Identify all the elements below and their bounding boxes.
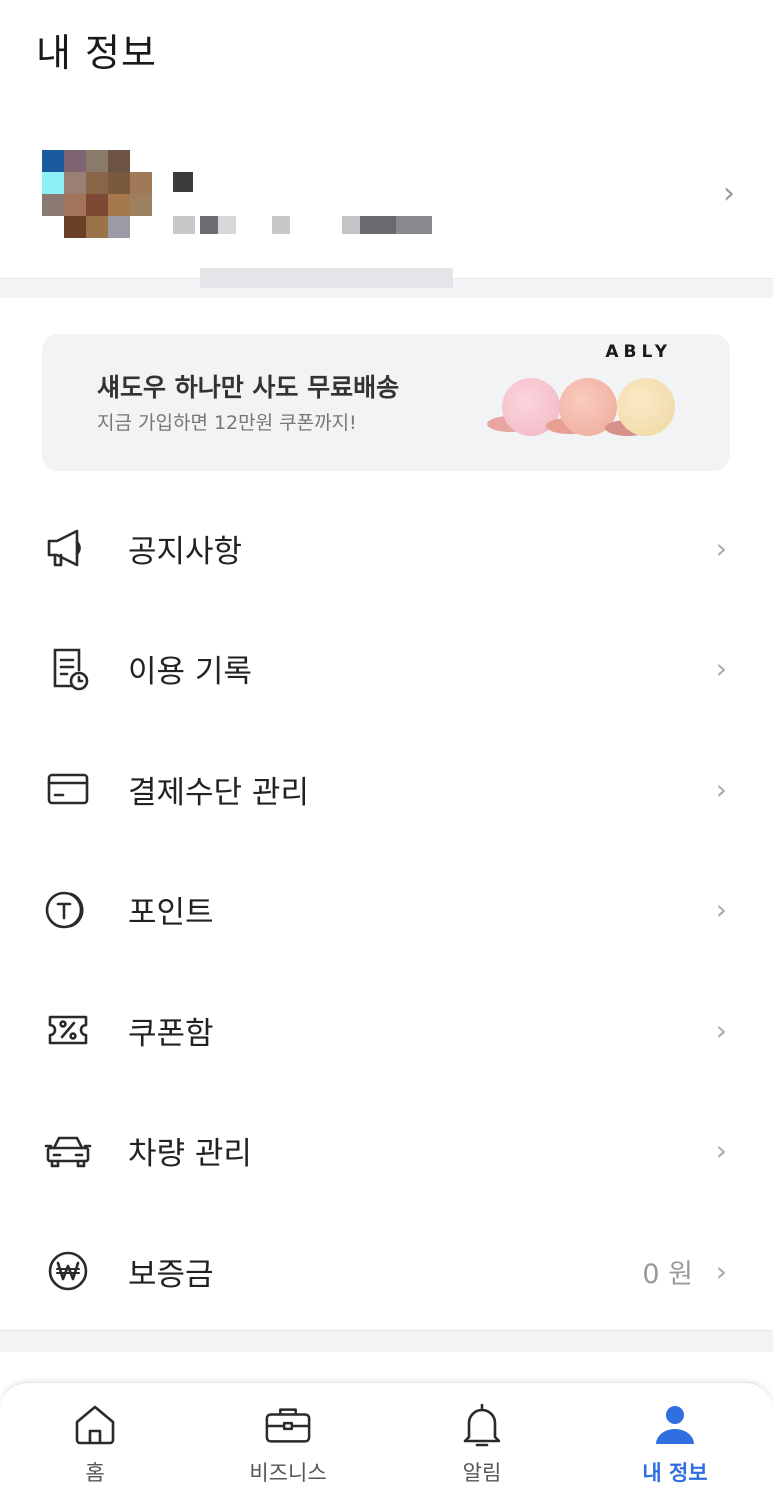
eyeshadow-pan-yellow <box>617 378 675 436</box>
banner-title: 섀도우 하나만 사도 무료배송 <box>97 373 400 402</box>
profile-info-redacted <box>342 216 360 234</box>
profile-card[interactable]: › <box>0 100 773 278</box>
car-icon <box>44 1127 92 1175</box>
section-divider <box>0 1330 773 1352</box>
avatar-pixel <box>64 216 86 238</box>
avatar-pixel <box>42 172 64 194</box>
banner-subtitle: 지금 가입하면 12만원 쿠폰까지! <box>97 412 357 434</box>
tab-label: 알림 <box>462 1461 502 1485</box>
menu-item-points[interactable]: 포인트 › <box>0 850 773 971</box>
briefcase-icon <box>264 1401 312 1449</box>
profile-info-redacted <box>218 216 236 234</box>
avatar-pixel <box>42 216 64 238</box>
avatar-pixel <box>42 150 64 172</box>
menu-item-vehicles[interactable]: 차량 관리 › <box>0 1091 773 1212</box>
menu-item-notice[interactable]: 공지사항 › <box>0 488 773 609</box>
megaphone-icon <box>44 524 92 572</box>
avatar <box>42 150 152 238</box>
menu-item-label: 포인트 <box>128 895 214 932</box>
avatar-pixel <box>86 216 108 238</box>
menu-item-label: 공지사항 <box>128 533 243 570</box>
coupon-icon <box>44 1006 92 1054</box>
menu-item-label: 쿠폰함 <box>128 1015 214 1052</box>
history-document-icon <box>44 645 92 693</box>
avatar-pixel <box>130 150 152 172</box>
tab-label: 비즈니스 <box>249 1461 327 1485</box>
tab-notifications[interactable]: 알림 <box>387 1383 577 1494</box>
tab-label: 홈 <box>85 1461 105 1485</box>
menu-item-label: 결제수단 관리 <box>128 774 309 811</box>
menu-item-coupons[interactable]: 쿠폰함 › <box>0 970 773 1091</box>
tab-my-info[interactable]: 내 정보 <box>580 1383 770 1494</box>
brand-logo: ABLY <box>605 342 672 362</box>
deposit-amount: 0 원 <box>642 1258 693 1290</box>
avatar-pixel <box>108 150 130 172</box>
tab-business[interactable]: 비즈니스 <box>193 1383 383 1494</box>
bell-icon <box>458 1401 506 1449</box>
tab-home[interactable]: 홈 <box>0 1383 190 1494</box>
menu-list: 공지사항 › 이용 기록 › 결제수단 관리 › 포인트 › 쿠폰함 › 차량 … <box>0 488 773 1332</box>
avatar-pixel <box>42 194 64 216</box>
chevron-right-icon: › <box>715 1013 727 1047</box>
menu-item-label: 보증금 <box>128 1256 214 1293</box>
point-coin-icon <box>44 886 92 934</box>
avatar-pixel <box>86 172 108 194</box>
profile-info-redacted <box>360 216 396 234</box>
menu-item-usage-history[interactable]: 이용 기록 › <box>0 609 773 730</box>
chevron-right-icon: › <box>715 652 727 686</box>
avatar-pixel <box>86 150 108 172</box>
avatar-pixel <box>108 216 130 238</box>
won-coin-icon <box>44 1247 92 1295</box>
avatar-pixel <box>64 172 86 194</box>
profile-name-redacted <box>173 172 193 192</box>
chevron-right-icon: › <box>715 772 727 806</box>
menu-item-label: 이용 기록 <box>128 654 252 691</box>
avatar-pixel <box>64 150 86 172</box>
chevron-right-icon: › <box>715 893 727 927</box>
menu-item-label: 차량 관리 <box>128 1136 252 1173</box>
home-icon <box>71 1401 119 1449</box>
person-icon <box>651 1401 699 1449</box>
avatar-pixel <box>108 194 130 216</box>
avatar-pixel <box>130 216 152 238</box>
chevron-right-icon: › <box>715 1254 727 1288</box>
avatar-pixel <box>130 194 152 216</box>
profile-info-redacted <box>396 216 432 234</box>
menu-item-deposit[interactable]: 보증금 0 원 › <box>0 1211 773 1332</box>
menu-item-payment-methods[interactable]: 결제수단 관리 › <box>0 729 773 850</box>
chevron-right-icon: › <box>715 1134 727 1168</box>
promo-banner[interactable]: 섀도우 하나만 사도 무료배송 지금 가입하면 12만원 쿠폰까지! ABLY <box>42 334 730 471</box>
chevron-right-icon[interactable]: › <box>723 176 735 211</box>
chevron-right-icon: › <box>715 531 727 565</box>
bottom-tab-bar: 홈 비즈니스 알림 내 정보 <box>0 1382 773 1494</box>
avatar-pixel <box>130 172 152 194</box>
avatar-pixel <box>108 172 130 194</box>
profile-info-redacted <box>272 216 290 234</box>
avatar-pixel <box>86 194 108 216</box>
redacted-strip <box>200 268 453 288</box>
profile-info-redacted <box>200 216 218 234</box>
profile-info-redacted <box>173 216 195 234</box>
credit-card-icon <box>44 765 92 813</box>
tab-label: 내 정보 <box>642 1461 708 1485</box>
page-title: 내 정보 <box>36 31 157 75</box>
avatar-pixel <box>64 194 86 216</box>
